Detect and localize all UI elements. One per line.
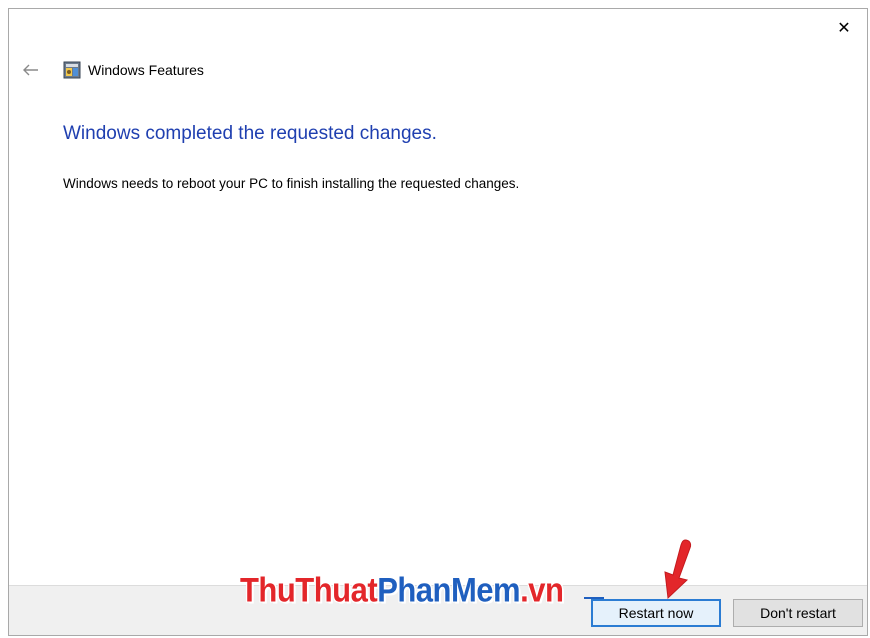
close-icon: ✕ (837, 20, 851, 37)
page-heading: Windows completed the requested changes. (63, 123, 437, 144)
windows-features-icon (63, 61, 81, 79)
back-button[interactable] (13, 53, 49, 87)
status-message: Windows needs to reboot your PC to finis… (63, 176, 520, 191)
restart-now-button[interactable]: Restart now (591, 599, 721, 627)
windows-features-dialog: ✕ Windows Features Windows completed the… (8, 8, 868, 636)
red-arrow-pointer-icon (664, 539, 692, 600)
watermark-part-3: .vn (520, 570, 564, 610)
title-bar: Windows Features (9, 53, 609, 87)
window-title: Windows Features (88, 62, 204, 78)
dont-restart-button[interactable]: Don't restart (733, 599, 863, 627)
watermark-underline (584, 597, 604, 599)
watermark-part-1: ThuThuat (240, 570, 378, 610)
watermark-logo: ThuThuatPhanMem.vn (240, 570, 564, 610)
arrow-left-icon (23, 64, 38, 76)
close-button[interactable]: ✕ (821, 9, 867, 47)
watermark-part-2: PhanMem (377, 570, 521, 610)
